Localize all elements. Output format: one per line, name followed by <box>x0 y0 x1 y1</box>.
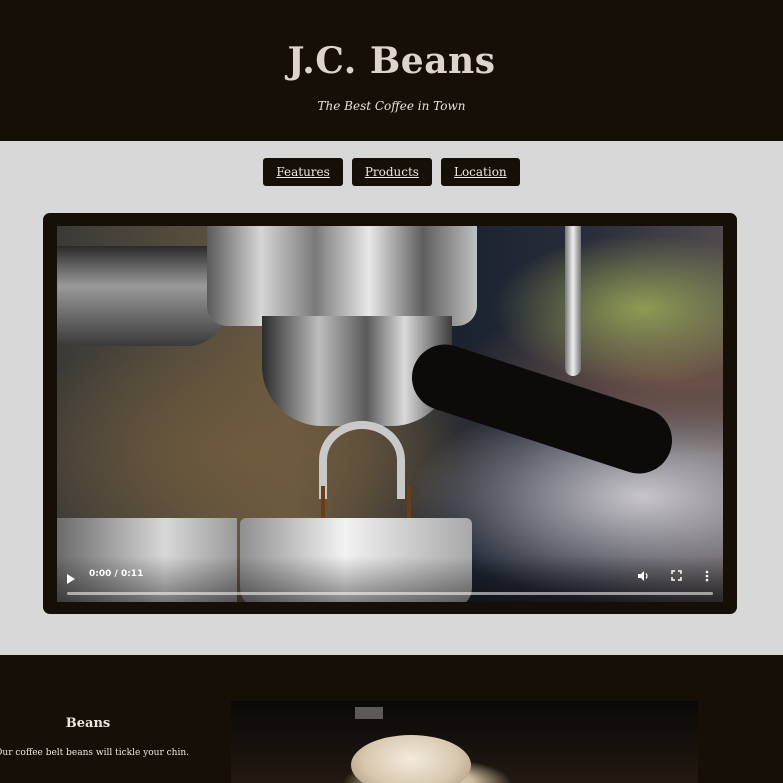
espresso-drip-image <box>407 486 411 522</box>
machine-arm-image <box>57 246 227 346</box>
features-section: Beans Our coffee belt beans will tickle … <box>0 655 783 783</box>
spout-image <box>319 421 405 499</box>
espresso-drip-image <box>321 486 325 522</box>
more-options-icon[interactable] <box>705 570 709 586</box>
latte-froth-image <box>351 735 471 783</box>
feature-text: Our coffee belt beans will tickle your c… <box>0 748 189 758</box>
video-frame: 0:00 / 0:11 <box>43 213 737 614</box>
nav-products-link[interactable]: Products <box>351 158 432 186</box>
play-icon[interactable] <box>67 574 75 584</box>
site-title: J.C. Beans <box>287 40 496 82</box>
steam-wand-image <box>565 226 581 376</box>
tagline: The Best Coffee in Town <box>317 99 466 113</box>
fullscreen-icon[interactable] <box>671 570 682 585</box>
feature-image <box>231 701 698 783</box>
volume-icon[interactable] <box>637 570 649 586</box>
nav-location-link[interactable]: Location <box>440 158 520 186</box>
video-progress-bar[interactable] <box>67 592 713 595</box>
main-nav: Features Products Location <box>0 158 783 186</box>
group-head-image <box>207 226 477 326</box>
portafilter-handle-image <box>403 335 681 483</box>
window-light-image <box>355 707 383 719</box>
feature-title: Beans <box>65 716 111 731</box>
video-controls: 0:00 / 0:11 <box>57 556 723 602</box>
video-time: 0:00 / 0:11 <box>89 569 144 579</box>
nav-features-link[interactable]: Features <box>263 158 343 186</box>
site-header: J.C. Beans The Best Coffee in Town <box>0 0 783 141</box>
video-player[interactable]: 0:00 / 0:11 <box>57 226 723 602</box>
